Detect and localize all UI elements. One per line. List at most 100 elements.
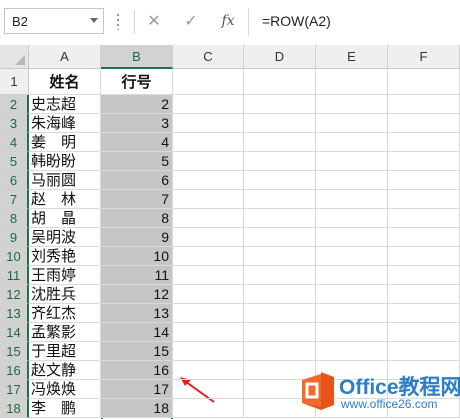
name-cell[interactable]: 史志超 (29, 95, 101, 114)
empty-cell-c[interactable] (173, 361, 244, 380)
row-header[interactable]: 16 (0, 361, 29, 380)
name-box[interactable]: B2 (4, 8, 104, 34)
empty-cell-f[interactable] (388, 228, 460, 247)
empty-cell-e[interactable] (316, 247, 388, 266)
name-cell[interactable]: 沈胜兵 (29, 285, 101, 304)
empty-cell-e[interactable] (316, 304, 388, 323)
empty-cell-c[interactable] (173, 285, 244, 304)
select-all-button[interactable] (0, 45, 29, 69)
row-header[interactable]: 14 (0, 323, 29, 342)
column-header-c[interactable]: C (173, 45, 244, 69)
row-header[interactable]: 13 (0, 304, 29, 323)
empty-cell-c[interactable] (173, 304, 244, 323)
row-header[interactable]: 18 (0, 399, 29, 418)
empty-cell-d[interactable] (244, 95, 316, 114)
empty-cell-d[interactable] (244, 266, 316, 285)
empty-cell-e[interactable] (316, 152, 388, 171)
name-cell[interactable]: 马丽圆 (29, 171, 101, 190)
chevron-down-icon[interactable] (90, 18, 98, 23)
empty-cell-f[interactable] (388, 95, 460, 114)
empty-cell-e[interactable] (316, 285, 388, 304)
row-header[interactable]: 5 (0, 152, 29, 171)
row-header[interactable]: 4 (0, 133, 29, 152)
cell-c1[interactable] (173, 69, 244, 95)
row-number-cell[interactable]: 18 (101, 399, 173, 418)
formula-bar-resize-handle[interactable] (117, 14, 119, 30)
formula-input[interactable]: =ROW(A2) (262, 13, 331, 29)
empty-cell-f[interactable] (388, 342, 460, 361)
empty-cell-e[interactable] (316, 114, 388, 133)
name-cell[interactable]: 赵 林 (29, 190, 101, 209)
row-number-cell[interactable]: 17 (101, 380, 173, 399)
empty-cell-c[interactable] (173, 133, 244, 152)
empty-cell-d[interactable] (244, 247, 316, 266)
row-header[interactable]: 17 (0, 380, 29, 399)
insert-function-icon[interactable]: fx (215, 8, 241, 34)
row-header[interactable]: 8 (0, 209, 29, 228)
empty-cell-f[interactable] (388, 304, 460, 323)
empty-cell-e[interactable] (316, 190, 388, 209)
empty-cell-c[interactable] (173, 209, 244, 228)
empty-cell-f[interactable] (388, 323, 460, 342)
empty-cell-f[interactable] (388, 266, 460, 285)
cell-f1[interactable] (388, 69, 460, 95)
column-header-d[interactable]: D (244, 45, 316, 69)
row-number-cell[interactable]: 4 (101, 133, 173, 152)
empty-cell-e[interactable] (316, 323, 388, 342)
empty-cell-e[interactable] (316, 209, 388, 228)
cell-e1[interactable] (316, 69, 388, 95)
row-number-cell[interactable]: 3 (101, 114, 173, 133)
column-header-e[interactable]: E (316, 45, 388, 69)
empty-cell-e[interactable] (316, 171, 388, 190)
empty-cell-f[interactable] (388, 114, 460, 133)
empty-cell-c[interactable] (173, 152, 244, 171)
name-cell[interactable]: 冯焕焕 (29, 380, 101, 399)
empty-cell-c[interactable] (173, 171, 244, 190)
row-number-cell[interactable]: 12 (101, 285, 173, 304)
name-cell[interactable]: 王雨婷 (29, 266, 101, 285)
cell-a1[interactable]: 姓名 (29, 69, 101, 95)
row-header[interactable]: 12 (0, 285, 29, 304)
empty-cell-d[interactable] (244, 114, 316, 133)
empty-cell-d[interactable] (244, 228, 316, 247)
cell-d1[interactable] (244, 69, 316, 95)
empty-cell-d[interactable] (244, 342, 316, 361)
row-header[interactable]: 10 (0, 247, 29, 266)
empty-cell-d[interactable] (244, 323, 316, 342)
name-cell[interactable]: 吴明波 (29, 228, 101, 247)
row-number-cell[interactable]: 14 (101, 323, 173, 342)
row-header[interactable]: 15 (0, 342, 29, 361)
name-cell[interactable]: 孟繁影 (29, 323, 101, 342)
empty-cell-d[interactable] (244, 209, 316, 228)
empty-cell-c[interactable] (173, 228, 244, 247)
empty-cell-c[interactable] (173, 323, 244, 342)
empty-cell-e[interactable] (316, 95, 388, 114)
empty-cell-c[interactable] (173, 190, 244, 209)
cell-b1[interactable]: 行号 (101, 69, 173, 95)
cancel-icon[interactable]: ✕ (141, 8, 167, 34)
name-cell[interactable]: 姜 明 (29, 133, 101, 152)
empty-cell-f[interactable] (388, 285, 460, 304)
row-number-cell[interactable]: 2 (101, 95, 173, 114)
empty-cell-c[interactable] (173, 380, 244, 399)
column-header-b[interactable]: B (101, 45, 173, 69)
empty-cell-e[interactable] (316, 228, 388, 247)
enter-icon[interactable]: ✓ (178, 8, 204, 34)
name-cell[interactable]: 刘秀艳 (29, 247, 101, 266)
empty-cell-c[interactable] (173, 342, 244, 361)
empty-cell-e[interactable] (316, 342, 388, 361)
row-number-cell[interactable]: 10 (101, 247, 173, 266)
name-cell[interactable]: 李 鹏 (29, 399, 101, 418)
empty-cell-d[interactable] (244, 152, 316, 171)
name-cell[interactable]: 韩盼盼 (29, 152, 101, 171)
name-cell[interactable]: 于里超 (29, 342, 101, 361)
empty-cell-c[interactable] (173, 247, 244, 266)
row-header[interactable]: 9 (0, 228, 29, 247)
row-header-1[interactable]: 1 (0, 69, 29, 95)
row-number-cell[interactable]: 5 (101, 152, 173, 171)
empty-cell-e[interactable] (316, 133, 388, 152)
empty-cell-f[interactable] (388, 171, 460, 190)
empty-cell-f[interactable] (388, 247, 460, 266)
empty-cell-f[interactable] (388, 133, 460, 152)
row-number-cell[interactable]: 11 (101, 266, 173, 285)
